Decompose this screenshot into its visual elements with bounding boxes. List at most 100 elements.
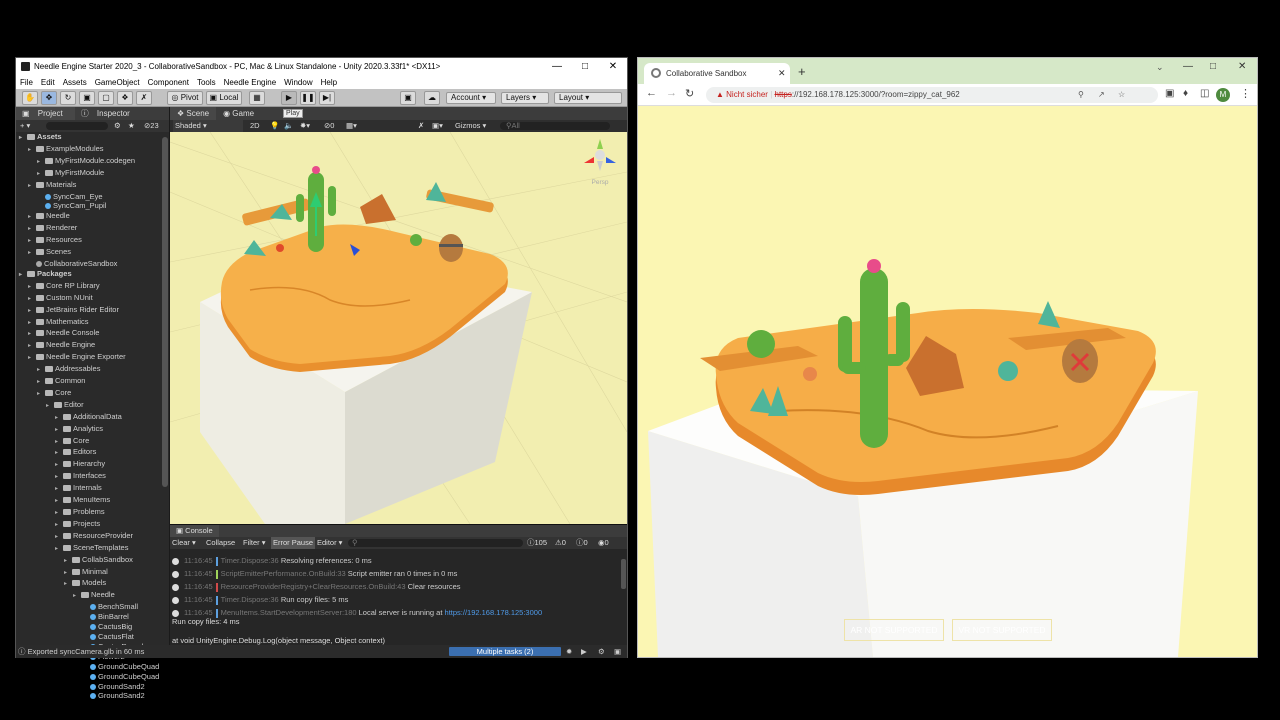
webgl-canvas[interactable]	[638, 106, 1257, 657]
tree-expand-icon[interactable]: ▸	[55, 414, 63, 424]
project-tree-item[interactable]: ▸ MyFirstModule	[16, 168, 169, 180]
step-button[interactable]: ▶|	[319, 91, 335, 105]
tab-inspector[interactable]: ⓘ Inspector	[75, 109, 142, 118]
tree-expand-icon[interactable]: ▸	[28, 342, 36, 352]
scene-search-input[interactable]: ⚲All	[500, 122, 610, 130]
log-count[interactable]: ⓘ105	[527, 537, 547, 549]
tree-expand-icon[interactable]: ▸	[37, 170, 45, 180]
menu-needle-engine[interactable]: Needle Engine	[220, 78, 280, 87]
scene-view[interactable]: ❖ Scene ◉ Game Shaded ▾ 2D 💡 🔈 ✸▾ ⊘0 ▦▾ ✗…	[170, 107, 627, 524]
tree-expand-icon[interactable]: ▸	[28, 182, 36, 192]
cloud-icon[interactable]: ☁	[424, 91, 440, 105]
project-tree-item[interactable]: GroundSand2	[16, 691, 169, 701]
project-tree-item[interactable]: ▸ Scenes	[16, 247, 169, 259]
error-pause-button[interactable]: Error Pause	[271, 537, 316, 549]
console-log-row[interactable]: 11:16:45 Timer.Dispose:36 Resolving refer…	[172, 555, 622, 567]
share-icon[interactable]: ↗	[1098, 87, 1105, 103]
project-tree-item[interactable]: ▸ Common	[16, 376, 169, 388]
tree-expand-icon[interactable]: ▸	[28, 283, 36, 293]
console-filter-button[interactable]: Filter ▾	[243, 537, 266, 549]
project-tree-item[interactable]: ▸ Needle Engine Exporter	[16, 352, 169, 364]
custom-tool-icon[interactable]: ✗	[136, 91, 152, 105]
rotate-tool-icon[interactable]: ↻	[60, 91, 76, 105]
menu-edit[interactable]: Edit	[37, 78, 59, 87]
tree-expand-icon[interactable]: ▸	[55, 545, 63, 555]
rect-tool-icon[interactable]: ▢	[98, 91, 114, 105]
account-dropdown[interactable]: Account ▾	[446, 92, 496, 104]
project-tree-item[interactable]: ▸ Renderer	[16, 223, 169, 235]
project-tree-item[interactable]: GroundSand2	[16, 682, 169, 692]
project-tree-item[interactable]: ▸ Core	[16, 436, 169, 448]
project-tree-item[interactable]: ▸ Mathematics	[16, 317, 169, 329]
tree-expand-icon[interactable]: ▸	[55, 473, 63, 483]
tree-expand-icon[interactable]: ▸	[46, 402, 54, 412]
log-server-link[interactable]: https://192.168.178.125:3000	[445, 608, 543, 617]
tree-expand-icon[interactable]: ▸	[55, 485, 63, 495]
hidden-count[interactable]: ⊘23	[144, 120, 159, 132]
tree-expand-icon[interactable]: ▸	[73, 592, 81, 602]
tree-expand-icon[interactable]: ▸	[28, 307, 36, 317]
filter-type-icon[interactable]: ⚙	[114, 120, 121, 132]
filter-label-icon[interactable]: ★	[128, 120, 135, 132]
project-tree-item[interactable]: ▸ Needle Engine	[16, 340, 169, 352]
tools-icon[interactable]: ✗	[418, 120, 424, 132]
reload-icon[interactable]: ↻	[685, 87, 694, 100]
project-tree-item[interactable]: ▸ Interfaces	[16, 471, 169, 483]
tree-expand-icon[interactable]: ▸	[28, 146, 36, 156]
tab-console[interactable]: ▣ Console	[170, 525, 219, 537]
project-tree-item[interactable]: ▸ JetBrains Rider Editor	[16, 305, 169, 317]
gizmos-dropdown[interactable]: Gizmos ▾	[455, 120, 486, 132]
tree-expand-icon[interactable]: ▸	[19, 271, 27, 281]
close-icon[interactable]: ✕	[599, 58, 627, 76]
project-tree-item[interactable]: ▸ Core	[16, 388, 169, 400]
tree-expand-icon[interactable]: ▸	[55, 521, 63, 531]
project-tree-item[interactable]: ▸ Needle	[16, 211, 169, 223]
project-tree-item[interactable]: ▸ Hierarchy	[16, 459, 169, 471]
browser-maximize-icon[interactable]: □	[1210, 61, 1216, 72]
tree-expand-icon[interactable]: ▸	[55, 497, 63, 507]
menu-help[interactable]: Help	[317, 78, 341, 87]
play-button[interactable]: ▶	[281, 91, 297, 105]
tree-expand-icon[interactable]: ▸	[28, 225, 36, 235]
status-cache-icon[interactable]: ⚙	[598, 645, 605, 658]
side-panel-icon[interactable]: ◫	[1200, 88, 1209, 99]
bookmark-star-icon[interactable]: ☆	[1118, 87, 1125, 103]
tree-expand-icon[interactable]: ▸	[19, 134, 27, 144]
pause-button[interactable]: ❚❚	[300, 91, 316, 105]
project-search-input[interactable]	[46, 122, 108, 130]
ar-not-supported-button[interactable]: AR NOT SUPPORTED	[844, 619, 944, 641]
project-tree-item[interactable]: ▸ MenuItems	[16, 495, 169, 507]
console-clear-button[interactable]: Clear ▾	[172, 537, 196, 549]
menu-component[interactable]: Component	[144, 78, 193, 87]
shading-dropdown[interactable]: Shaded ▾	[173, 120, 243, 132]
console-scrollbar[interactable]	[621, 559, 626, 589]
zoom-icon[interactable]: ⚲	[1078, 87, 1084, 103]
new-tab-icon[interactable]: +	[798, 64, 806, 79]
tree-expand-icon[interactable]: ▸	[28, 249, 36, 259]
project-tree-item[interactable]: BenchSmall	[16, 602, 169, 612]
tree-expand-icon[interactable]: ▸	[28, 295, 36, 305]
project-tree-item[interactable]: GroundCubeQuad	[16, 672, 169, 682]
menu-window[interactable]: Window	[280, 78, 316, 87]
vr-not-supported-button[interactable]: VR NOT SUPPORTED	[952, 619, 1052, 641]
project-tree-item[interactable]: ▸ Problems	[16, 507, 169, 519]
browser-close-icon[interactable]: ✕	[1238, 61, 1246, 72]
browser-tab[interactable]: Collaborative Sandbox ✕	[644, 63, 790, 84]
console-log-row[interactable]: 11:16:45 ScriptEmitterPerformance.OnBuild…	[172, 568, 622, 580]
add-asset-icon[interactable]: + ▾	[16, 121, 30, 130]
tree-expand-icon[interactable]: ▸	[37, 390, 45, 400]
project-tree-item[interactable]: ▸ ResourceProvider	[16, 531, 169, 543]
project-tree-item[interactable]: ▸ Addressables	[16, 364, 169, 376]
camera-icon[interactable]: ▣▾	[432, 120, 443, 132]
project-tree-item[interactable]: SyncCam_Pupil	[16, 201, 169, 211]
tree-expand-icon[interactable]: ▸	[28, 354, 36, 364]
project-tree-item[interactable]: ▸ AdditionalData	[16, 412, 169, 424]
tree-expand-icon[interactable]: ▸	[28, 213, 36, 223]
console-search-input[interactable]: ⚲	[348, 539, 523, 547]
project-tree-item[interactable]: ▸ Projects	[16, 519, 169, 531]
tree-expand-icon[interactable]: ▸	[64, 569, 72, 579]
local-toggle[interactable]: ▣ Local	[206, 91, 242, 105]
status-debug-icon[interactable]: ▶	[581, 645, 587, 658]
collab-icon[interactable]: ▣	[400, 91, 416, 105]
tab-project[interactable]: ▣ Project	[16, 107, 75, 120]
